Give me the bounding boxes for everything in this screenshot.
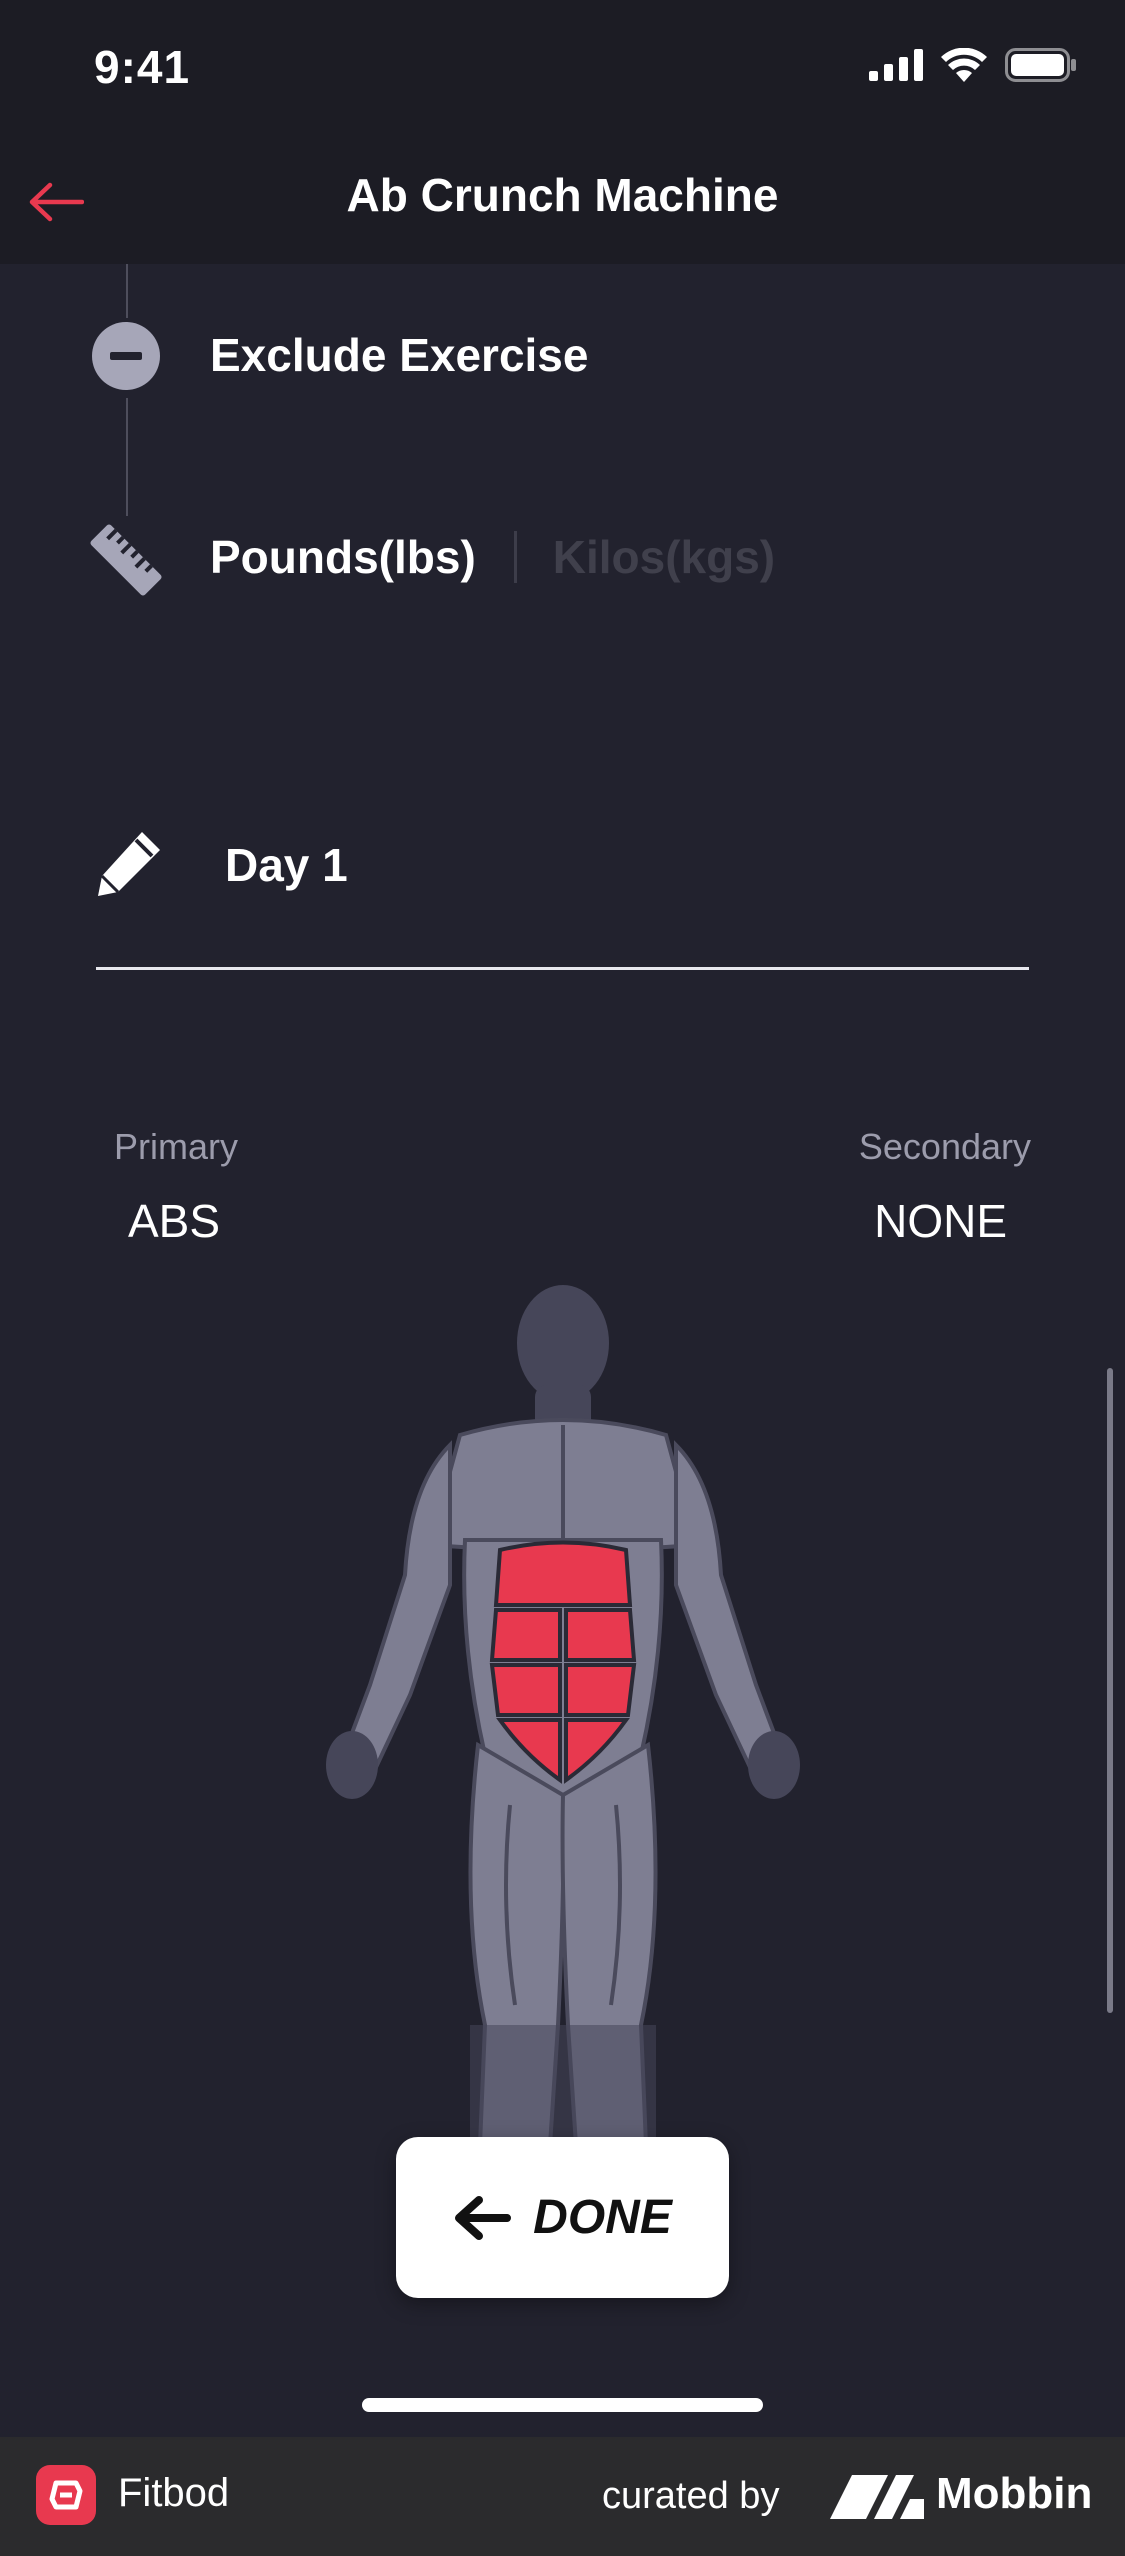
footer-bar: Fitbod curated by Mobbin (0, 2437, 1125, 2556)
timeline-line (126, 398, 128, 516)
primary-caption: Primary (114, 1126, 238, 1167)
page-title: Ab Crunch Machine (346, 169, 779, 221)
minus-circle-icon (92, 322, 160, 390)
figure-hand-left (326, 1731, 378, 1799)
unit-toggle: Pounds(lbs) Kilos(kgs) (210, 530, 775, 584)
status-icons (869, 48, 1077, 82)
exclude-exercise-label[interactable]: Exclude Exercise (210, 328, 588, 382)
done-label: DONE (533, 2191, 672, 2244)
app-name: Fitbod (118, 2471, 230, 2515)
unit-kilos-option[interactable]: Kilos(kgs) (553, 530, 775, 584)
primary-value: ABS (128, 1195, 221, 1247)
arrow-left-icon (455, 2195, 512, 2240)
unit-pounds-option[interactable]: Pounds(lbs) (210, 530, 476, 584)
fitbod-logo (36, 2465, 96, 2525)
exclude-exercise-row[interactable] (90, 320, 162, 392)
figure-lower-legs (470, 2025, 656, 2145)
figure-arm-left (337, 1440, 452, 1783)
brand-name: Mobbin (936, 2469, 1093, 2518)
nav-bar: Ab Crunch Machine (0, 140, 1125, 264)
curated-by-label: curated by (602, 2475, 780, 2517)
figure-hand-right (748, 1731, 800, 1799)
figure-head (517, 1285, 609, 1401)
ruler-icon (90, 524, 162, 596)
day-label[interactable]: Day 1 (225, 838, 348, 892)
muscle-body-figure (326, 1285, 800, 2145)
fitbod-logo-icon (49, 2480, 83, 2510)
wifi-icon (941, 48, 987, 82)
secondary-caption: Secondary (858, 1126, 1031, 1167)
day-underline (96, 967, 1029, 970)
edit-day-button[interactable] (92, 828, 164, 900)
status-bar: 9:41 (0, 0, 1125, 140)
cellular-signal-icon (869, 49, 923, 81)
battery-icon (1005, 48, 1076, 82)
mobbin-logo-icon (830, 2475, 924, 2519)
timeline-line (126, 264, 128, 318)
scrollbar[interactable] (1107, 1368, 1113, 2013)
pencil-icon (98, 832, 160, 896)
home-indicator (362, 2398, 763, 2412)
unit-divider (513, 531, 517, 583)
secondary-value: NONE (874, 1195, 1007, 1247)
figure-arm-right (674, 1440, 789, 1783)
done-button[interactable]: DONE (396, 2137, 729, 2298)
ruler-icon-wrap (84, 518, 168, 602)
status-time: 9:41 (94, 41, 191, 93)
